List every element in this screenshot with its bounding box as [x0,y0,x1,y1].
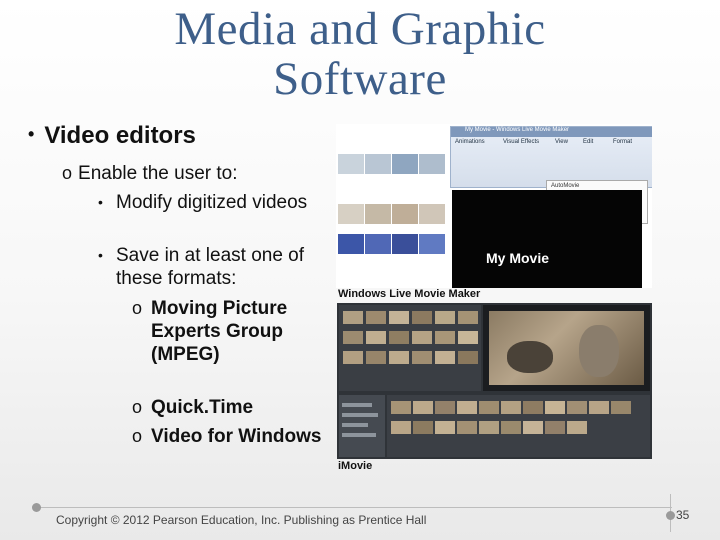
copyright-text: Copyright © 2012 Pearson Education, Inc.… [56,513,427,527]
format-mpeg: o Moving Picture Experts Group (MPEG) [132,297,332,366]
format-quicktime: o Quick.Time [132,396,332,419]
bullet-video-editors: • Video editors [28,122,196,150]
windows-live-movie-maker-screenshot: My Movie - Windows Live Movie Maker Anim… [336,124,652,288]
bullet-modify-videos: • Modify digitized videos [98,191,328,214]
bullet-marker: o [62,163,73,183]
bullet-save-formats: • Save in at least one of these formats: [98,244,328,290]
filmstrip-row [338,154,446,174]
bullet-enable-user: o Enable the user to: [62,163,238,185]
ribbon-tab: Visual Effects [503,139,540,145]
footer-dot [32,503,41,512]
footer-divider [36,507,672,508]
video-preview [452,190,642,288]
bullet-text: Moving Picture Experts Group (MPEG) [151,298,288,365]
imovie-caption: iMovie [338,460,373,472]
bullet-text: Video for Windows [151,426,322,447]
bullet-marker: • [28,124,35,144]
project-timeline [387,395,650,457]
bullet-text: Quick.Time [151,397,254,418]
bullet-marker: • [98,194,103,210]
ribbon-tab: Format [613,139,633,145]
bullet-marker: • [98,247,103,263]
video-viewer [483,305,650,391]
slide-body: • Video editors o Enable the user to: • Mod… [0,0,340,480]
ribbon-toolbar: My Movie - Windows Live Movie Maker Anim… [450,126,652,188]
cats-preview-image [489,311,644,385]
slide-footer: Copyright © 2012 Pearson Education, Inc.… [0,480,720,540]
imovie-screenshot [337,303,652,459]
bullet-marker: o [132,397,143,417]
bullet-text: Video editors [44,122,196,149]
filmstrip-row [338,234,446,254]
format-video-for-windows: o Video for Windows [132,425,332,448]
footer-dot [666,511,675,520]
ribbon-tab: Animations [455,139,485,145]
ribbon-tab: Edit [583,139,594,145]
preview-title: My Movie [486,250,550,266]
bullet-text: Enable the user to: [78,163,238,184]
project-sidebar [339,395,385,457]
window-title: My Movie - Windows Live Movie Maker [465,127,570,133]
bullet-text: Save in at least one of these formats: [116,245,305,289]
event-library [339,305,481,391]
page-number: 35 [676,508,690,522]
bullet-marker: o [132,426,143,446]
ribbon-tab: View [555,139,568,145]
filmstrip-row [338,204,446,224]
wlmm-caption: Windows Live Movie Maker [338,288,481,300]
bullet-text: Modify digitized videos [116,192,308,213]
tooltip-title: AutoMovie [551,183,580,189]
bullet-marker: o [132,298,143,318]
